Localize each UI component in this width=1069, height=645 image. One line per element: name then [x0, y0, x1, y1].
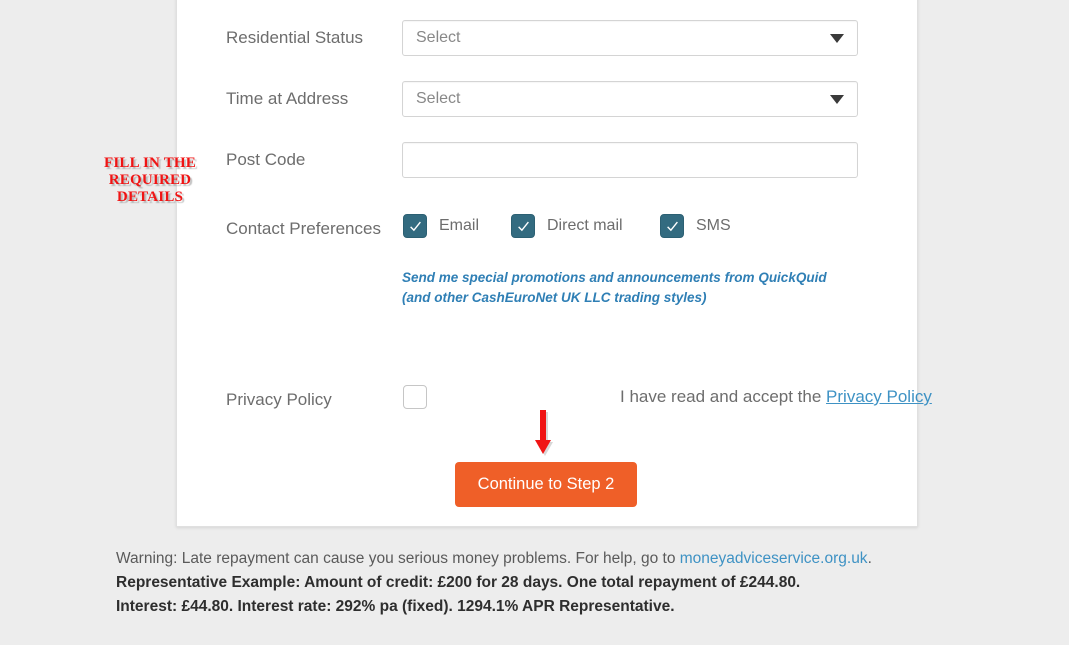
label-post-code: Post Code: [226, 150, 306, 169]
checkbox-privacy-policy[interactable]: [403, 385, 427, 409]
checkbox-direct-mail[interactable]: [511, 214, 535, 238]
chevron-down-icon: [830, 34, 844, 43]
representative-example-line: Representative Example: Amount of credit…: [116, 574, 801, 591]
checkbox-label-email: Email: [439, 217, 480, 234]
check-icon: [666, 221, 678, 231]
legal-warning-suffix: .: [867, 550, 872, 567]
post-code-input[interactable]: [402, 142, 858, 178]
check-icon: [409, 221, 421, 231]
legal-warning-prefix: Warning: Late repayment can cause you se…: [116, 550, 680, 567]
money-advice-service-link[interactable]: moneyadviceservice.org.uk: [680, 550, 868, 567]
interest-rate-line: Interest: £44.80. Interest rate: 292% pa…: [116, 598, 675, 615]
checkbox-sms[interactable]: [660, 214, 684, 238]
label-residential-status: Residential Status: [226, 28, 364, 47]
chevron-down-icon: [830, 95, 844, 104]
select-time-at-address[interactable]: Select: [402, 81, 858, 117]
checkbox-group-sms[interactable]: SMS: [660, 211, 731, 241]
checkbox-email[interactable]: [403, 214, 427, 238]
promotions-consent-note: Send me special promotions and announcem…: [402, 270, 827, 305]
checkbox-label-sms: SMS: [696, 217, 731, 234]
check-icon: [517, 221, 529, 231]
checkbox-group-privacy-policy[interactable]: [403, 382, 427, 412]
annotation-down-arrow-icon: [535, 410, 553, 456]
privacy-consent-prefix: I have read and accept the: [620, 387, 827, 406]
label-contact-preferences: Contact Preferences: [226, 219, 381, 238]
select-residential-status[interactable]: Select: [402, 20, 858, 56]
select-residential-status-value: Select: [416, 29, 461, 46]
privacy-policy-link[interactable]: Privacy Policy: [826, 387, 932, 406]
legal-warning-line: Warning: Late repayment can cause you se…: [116, 547, 1016, 571]
checkbox-label-direct-mail: Direct mail: [547, 217, 623, 234]
annotation-fill-in-required-details: FILL IN THE REQUIRED DETAILS: [104, 155, 196, 205]
form-row-privacy-policy: Privacy Policy I have read and accept th…: [177, 382, 932, 412]
checkbox-group-direct-mail[interactable]: Direct mail: [511, 211, 623, 241]
legal-disclaimer: Warning: Late repayment can cause you se…: [116, 547, 1016, 619]
continue-to-step-2-button[interactable]: Continue to Step 2: [455, 462, 637, 507]
privacy-policy-consent-text: I have read and accept the Privacy Polic…: [620, 382, 932, 412]
form-row-time-at-address: Time at Address Select: [177, 81, 917, 117]
form-row-contact-preferences: Contact Preferences Email Direct mail SM…: [177, 211, 917, 241]
label-time-at-address: Time at Address: [226, 89, 349, 108]
form-row-residential-status: Residential Status Select: [177, 20, 917, 56]
label-privacy-policy: Privacy Policy: [226, 390, 332, 409]
form-row-post-code: Post Code: [177, 142, 917, 178]
select-time-at-address-value: Select: [416, 90, 461, 107]
checkbox-group-email[interactable]: Email: [403, 211, 479, 241]
